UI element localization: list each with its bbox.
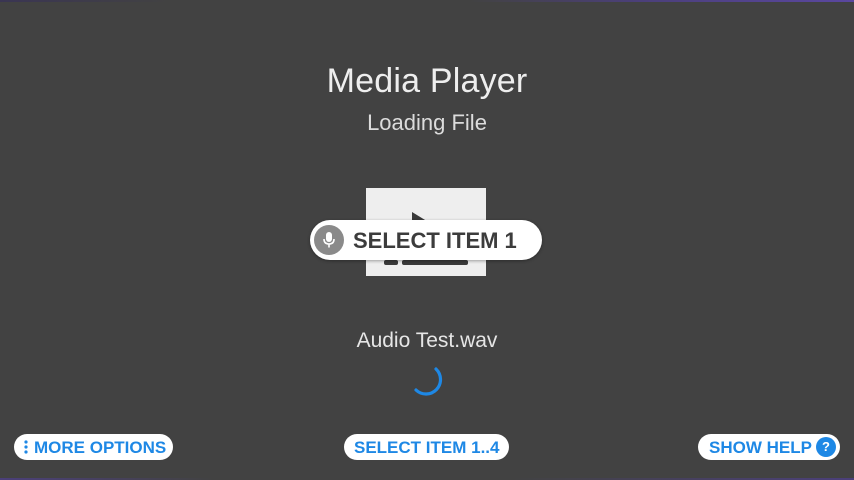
select-item-range-label: SELECT ITEM 1..4	[354, 438, 500, 457]
page-subtitle: Loading File	[367, 110, 487, 135]
voice-command-label: SELECT ITEM 1	[353, 228, 517, 253]
top-edge-divider	[0, 0, 854, 2]
vertical-dots-icon	[24, 440, 28, 454]
voice-command-prompt[interactable]: SELECT ITEM 1	[310, 220, 542, 260]
loading-spinner-icon	[414, 367, 443, 396]
progress-bar-segment	[384, 260, 398, 265]
media-player-screen: Media Player Loading File SELECT ITEM 1 …	[0, 0, 854, 480]
select-item-range-button[interactable]: SELECT ITEM 1..4	[344, 434, 509, 460]
microphone-icon	[314, 225, 344, 255]
more-options-label: MORE OPTIONS	[34, 438, 167, 457]
more-options-button[interactable]: MORE OPTIONS	[14, 434, 173, 460]
page-title: Media Player	[326, 62, 528, 100]
question-mark-icon: ?	[816, 437, 836, 457]
progress-bar-track	[402, 260, 468, 265]
file-name: Audio Test.wav	[356, 329, 498, 352]
show-help-button[interactable]: SHOW HELP ?	[698, 434, 840, 460]
show-help-label: SHOW HELP	[709, 438, 812, 457]
